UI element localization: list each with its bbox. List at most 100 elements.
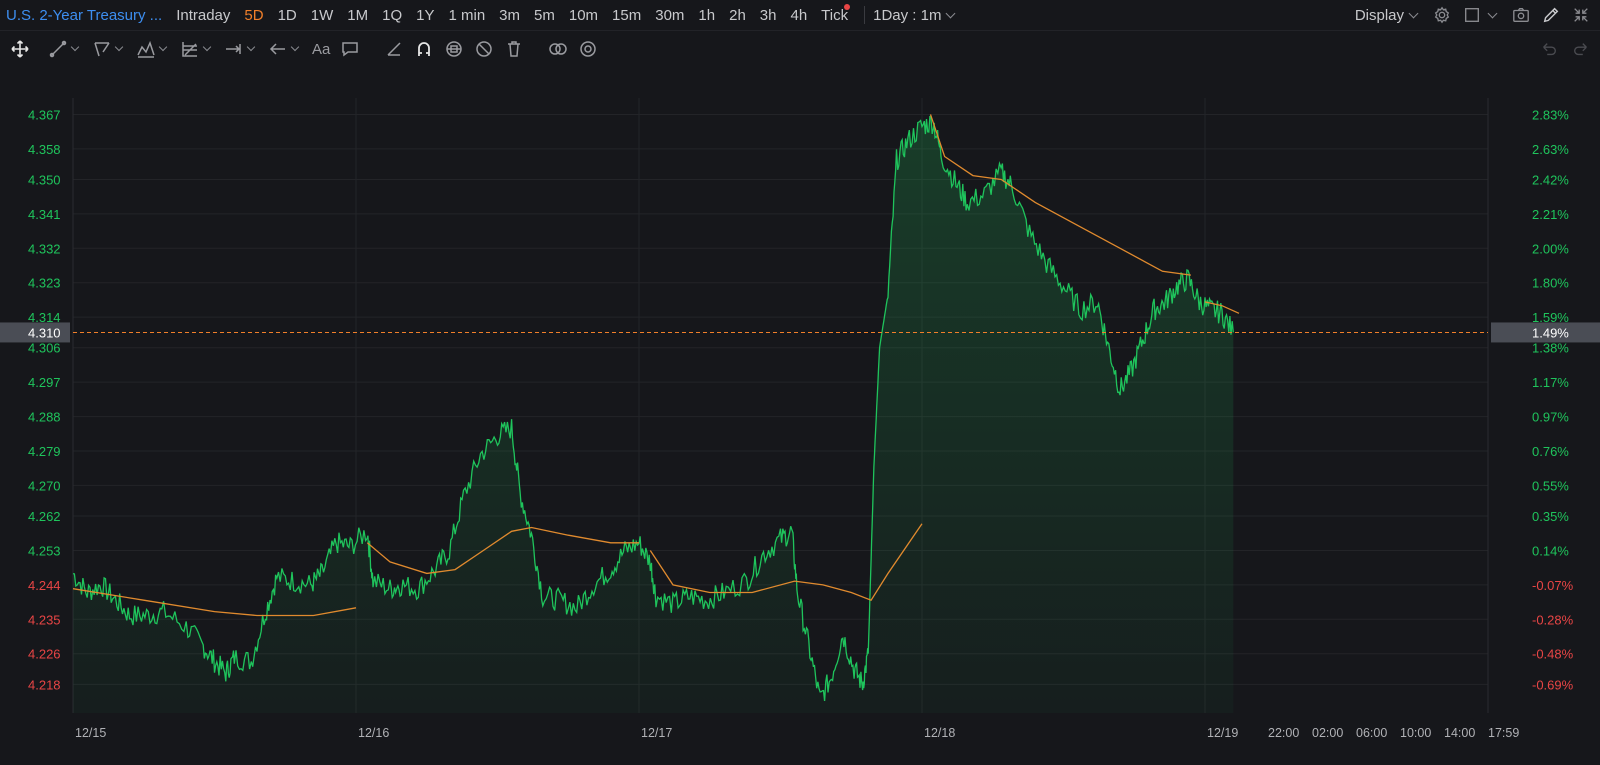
display-label: Display <box>1354 6 1404 24</box>
period-tick[interactable]: Tick <box>821 3 851 24</box>
lock-tool[interactable] <box>444 39 464 59</box>
y-tick-label-percent: 0.14% <box>1532 543 1569 558</box>
fibonacci-icon <box>182 42 197 57</box>
instrument-title[interactable]: U.S. 2-Year Treasury ... <box>6 7 162 24</box>
ruler-tool[interactable] <box>384 39 404 59</box>
reset-icon[interactable] <box>1526 72 1546 92</box>
arrow-tool[interactable] <box>268 39 302 59</box>
current-percent-tag <box>1491 322 1600 343</box>
toolbar-settings[interactable] <box>578 39 598 59</box>
divider <box>864 6 866 24</box>
hide-tool[interactable] <box>474 39 494 59</box>
pencil-icon[interactable] <box>1540 4 1562 26</box>
period-30m[interactable]: 30m <box>655 7 684 24</box>
current-price-marker: 4.310 1.49% <box>0 322 1600 343</box>
y-tick-label-percent: -0.48% <box>1532 647 1574 662</box>
x-tick-label: 17:59 <box>1488 726 1519 740</box>
current-percent-label: 1.49% <box>1532 325 1569 340</box>
measure-tool[interactable] <box>224 39 258 59</box>
channel-tool[interactable] <box>92 39 126 59</box>
arrow-left-icon <box>269 43 285 55</box>
ruler-icon <box>387 42 401 56</box>
x-tick-label: 12/18 <box>924 726 955 740</box>
y-tick-label: 4.279 <box>28 444 61 459</box>
y-tick-label: 4.244 <box>28 578 61 593</box>
x-tick-label: 02:00 <box>1312 726 1343 740</box>
redo-icon[interactable] <box>1570 38 1592 60</box>
compare-tool[interactable] <box>548 39 568 59</box>
ma-line <box>72 588 357 617</box>
y-tick-label: 4.253 <box>28 543 61 558</box>
period-1d[interactable]: 1D <box>278 7 297 24</box>
text-tool[interactable]: Aa <box>312 41 330 58</box>
period-2h[interactable]: 2h <box>729 7 746 24</box>
period-3m[interactable]: 3m <box>499 7 520 24</box>
zoom-in-icon[interactable] <box>1574 72 1594 92</box>
ma-line <box>366 526 639 575</box>
x-tick-label: 12/17 <box>641 726 672 740</box>
period-1-min[interactable]: 1 min <box>448 7 485 24</box>
y-tick-label: 4.341 <box>28 207 61 222</box>
y-tick-label-percent: 2.00% <box>1532 241 1569 256</box>
y-tick-label-percent: 0.97% <box>1532 410 1569 425</box>
lock-drawings-icon <box>446 41 463 57</box>
chevron-down-icon <box>70 42 80 52</box>
gear-icon <box>580 41 597 57</box>
delete-tool[interactable] <box>504 39 524 59</box>
fib-tool[interactable] <box>180 39 214 59</box>
period-10m[interactable]: 10m <box>569 7 598 24</box>
y-tick-label-percent: 0.55% <box>1532 478 1569 493</box>
period-15m[interactable]: 15m <box>612 7 641 24</box>
gear-icon[interactable] <box>1431 4 1453 26</box>
period-1y[interactable]: 1Y <box>416 7 434 24</box>
price-chart[interactable]: 4.367 2.83% 4.358 2.63% 4.350 2.42% 4.341 2.21%… <box>0 0 1600 765</box>
magnet-tool[interactable] <box>414 39 434 59</box>
undo-icon[interactable] <box>1538 38 1560 60</box>
y-tick-label: 4.297 <box>28 375 61 390</box>
x-tick-label: 22:00 <box>1268 726 1299 740</box>
interval-label: 1Day : 1m <box>873 6 942 24</box>
y-tick-label-percent: -0.69% <box>1532 677 1574 692</box>
ma-line <box>649 523 923 602</box>
chevron-down-icon <box>202 42 212 52</box>
period-5d[interactable]: 5D <box>244 7 263 24</box>
layout-dropdown[interactable] <box>1461 4 1502 26</box>
collapse-icon[interactable] <box>1570 4 1592 26</box>
x-tick-label: 12/19 <box>1207 726 1238 740</box>
note-tool[interactable] <box>340 39 360 59</box>
ma-line <box>1204 301 1240 314</box>
period-1q[interactable]: 1Q <box>382 7 402 24</box>
x-tick-label: 14:00 <box>1444 726 1475 740</box>
period-1h[interactable]: 1h <box>698 7 715 24</box>
y-tick-label-percent: 2.63% <box>1532 142 1569 157</box>
price-area-fill <box>73 116 1234 713</box>
display-dropdown[interactable]: Display <box>1355 7 1423 24</box>
line-tool[interactable] <box>48 39 82 59</box>
y-tick-label: 4.358 <box>28 142 61 157</box>
top-right-controls: Display <box>1355 0 1592 30</box>
trash-icon <box>508 41 521 57</box>
y-tick-label: 4.306 <box>28 341 61 356</box>
period-1w[interactable]: 1W <box>311 7 334 24</box>
move-tool[interactable] <box>10 39 30 59</box>
compare-icon <box>549 43 568 55</box>
axes: 4.367 2.83% 4.358 2.63% 4.350 2.42% 4.341 2.21%… <box>28 107 1574 740</box>
grid <box>0 66 1600 765</box>
period-4h[interactable]: 4h <box>790 7 807 24</box>
period-3h[interactable]: 3h <box>760 7 777 24</box>
y-tick-label: 4.323 <box>28 276 61 291</box>
period-intraday[interactable]: Intraday <box>176 7 230 24</box>
top-bar: U.S. 2-Year Treasury ... Intraday 5D 1D 1W 1… <box>0 0 1600 30</box>
chevron-down-icon <box>290 42 300 52</box>
live-dot-icon <box>844 3 851 10</box>
moving-average <box>72 114 1240 617</box>
x-tick-label: 12/16 <box>358 726 389 740</box>
interval-dropdown[interactable]: 1Day : 1m <box>873 7 960 24</box>
zoom-out-icon[interactable] <box>1550 72 1570 92</box>
channel-icon <box>94 42 110 57</box>
camera-icon[interactable] <box>1510 4 1532 26</box>
y-tick-label: 4.332 <box>28 241 61 256</box>
pattern-tool[interactable] <box>136 39 170 59</box>
period-1m[interactable]: 1M <box>347 7 368 24</box>
period-5m[interactable]: 5m <box>534 7 555 24</box>
